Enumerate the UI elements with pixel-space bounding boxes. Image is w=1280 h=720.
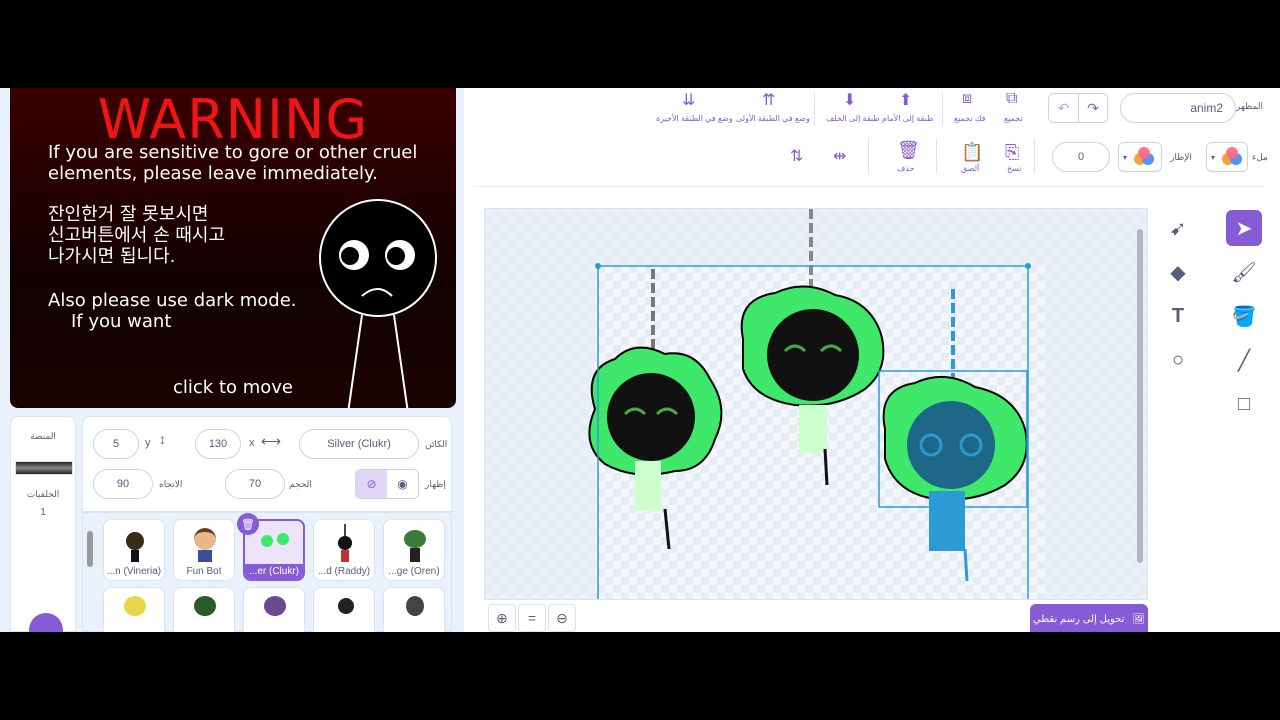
backward-icon[interactable]: ⬇ — [843, 90, 856, 110]
visibility-toggle: ⊘ ◉ — [355, 469, 419, 499]
y-input[interactable]: 5 — [93, 429, 139, 459]
group-label: تجميع — [1004, 114, 1023, 123]
sprite-list: ...n (Vineria) Fun Bot 🗑 ...er (Clukr) .… — [82, 512, 452, 632]
select-tool-icon[interactable]: ➤ — [1226, 210, 1262, 246]
backdrops-count: 1 — [40, 507, 46, 518]
undo-redo-group: ↶ ↷ — [1048, 93, 1108, 123]
click-to-move-text[interactable]: click to move — [173, 377, 293, 398]
eraser-tool-icon[interactable]: ◆ — [1160, 254, 1196, 290]
sprite-info-panel: الكائن Silver (Clukr) x ⟷ 130 y ↕ 5 إظها… — [82, 416, 452, 512]
fill-color-picker[interactable]: ▾ — [1206, 142, 1248, 172]
convert-to-bitmap-label: تحويل إلى رسم نقطي — [1032, 613, 1125, 625]
sprite-tile[interactable]: ...n (Vineria) — [103, 519, 165, 581]
show-label: إظهار — [425, 479, 446, 489]
direction-label: الاتجاه — [159, 479, 183, 489]
brush-tool-icon[interactable]: 🖌 — [1226, 254, 1262, 290]
fill-tool-icon[interactable]: 🪣 — [1226, 298, 1262, 334]
costume-label: المظهر — [1236, 101, 1263, 111]
show-eye-icon[interactable]: ◉ — [387, 470, 418, 498]
text-tool-icon[interactable]: T — [1160, 298, 1196, 334]
sprite-tile[interactable] — [103, 587, 165, 632]
sprite-tile[interactable]: ...ge (Oren) — [383, 519, 445, 581]
forward-label: طبقة إلى الأمام — [882, 114, 934, 123]
y-label: y — [145, 437, 151, 449]
zoom-reset-button[interactable]: = — [518, 604, 546, 632]
hide-eye-icon[interactable]: ⊘ — [356, 470, 387, 498]
sprite-tile[interactable]: Fun Bot — [173, 519, 235, 581]
stick-figure — [319, 199, 437, 408]
sprite-tile[interactable] — [313, 587, 375, 632]
sprite-list-scrollbar[interactable] — [85, 517, 93, 629]
warning-text: If you are sensitive to gore or other cr… — [48, 142, 418, 184]
flip-vertical-icon[interactable]: ⇅ — [790, 146, 803, 166]
circle-tool-icon[interactable]: ○ — [1160, 342, 1196, 378]
sprite-name-input[interactable]: Silver (Clukr) — [299, 429, 419, 459]
costume-name-input[interactable]: anim2 — [1120, 93, 1236, 123]
direction-input[interactable]: 90 — [93, 469, 153, 499]
size-input[interactable]: 70 — [225, 469, 285, 499]
back-icon[interactable]: ⇊ — [682, 90, 695, 110]
paste-label: ألصق — [961, 164, 980, 173]
forward-icon[interactable]: ⬆ — [899, 90, 912, 110]
copy-label: نسخ — [1007, 164, 1022, 173]
ungroup-icon[interactable]: ⧈ — [962, 90, 972, 108]
sprite-tile-name: Fun Bot — [186, 566, 222, 577]
delete-sprite-icon[interactable]: 🗑 — [237, 513, 259, 535]
size-label: الحجم — [289, 479, 312, 489]
outline-label: الإطار — [1170, 152, 1192, 162]
fill-color-icon — [1222, 147, 1242, 165]
sprite-label: الكائن — [425, 439, 448, 449]
scratch-editor: WARNING If you are sensitive to gore or … — [0, 88, 1280, 632]
image-icon: 🖼 — [1132, 613, 1146, 625]
outline-color-icon — [1134, 147, 1154, 165]
korean-text: 잔인한거 잘 못보시면 신고버튼에서 손 때시고 나가시면 됩니다. — [48, 204, 226, 267]
redo-icon[interactable]: ↷ — [1077, 94, 1107, 122]
sprite-tile[interactable] — [383, 587, 445, 632]
sprite-tile-name: ...n (Vineria) — [106, 566, 162, 577]
fill-label: ملء — [1252, 152, 1268, 162]
line-tool-icon[interactable]: ╱ — [1226, 342, 1262, 378]
delete-label: حذف — [897, 164, 915, 173]
sprite-tile-name: ...d (Raddy) — [317, 566, 371, 577]
ungroup-label: فك تجميع — [954, 114, 986, 123]
paint-canvas[interactable] — [484, 208, 1148, 600]
sprite-tile[interactable] — [243, 587, 305, 632]
x-input[interactable]: 130 — [195, 429, 241, 459]
undo-icon[interactable]: ↶ — [1049, 94, 1078, 122]
choose-backdrop-button[interactable] — [29, 613, 63, 632]
dark-mode-text: Also please use dark mode. If you want — [48, 290, 297, 332]
costume-editor: المظهر anim2 ↶ ↷ ⧉ تجميع ⧈ فك تجميع ⬆ طب… — [464, 88, 1280, 632]
horizontal-arrows-icon: ⟷ — [261, 433, 282, 449]
backdrops-label: الخلفيات — [26, 489, 60, 499]
front-icon[interactable]: ⇈ — [762, 90, 775, 110]
stage[interactable]: WARNING If you are sensitive to gore or … — [10, 88, 456, 408]
x-label: x — [249, 437, 255, 449]
zoom-out-icon[interactable]: ⊖ — [548, 604, 576, 632]
delete-icon[interactable]: 🗑 — [897, 140, 920, 161]
sprite-tile[interactable] — [173, 587, 235, 632]
convert-to-bitmap-button[interactable]: تحويل إلى رسم نقطي 🖼 — [1030, 604, 1148, 632]
reshape-tool-icon[interactable]: ➹ — [1160, 210, 1196, 246]
back-label: وضع في الطبقة الأخيرة — [656, 114, 733, 123]
backward-label: طبقة إلى الخلف — [826, 114, 880, 123]
stage-thumbnail[interactable] — [15, 461, 73, 475]
group-icon[interactable]: ⧉ — [1006, 90, 1017, 108]
sprite-tile-name: ...er (Clukr) — [245, 564, 303, 579]
paste-icon[interactable]: 📋 — [961, 142, 983, 163]
stage-selector[interactable]: المنصة الخلفيات 1 — [10, 416, 76, 632]
sprite-tile-selected[interactable]: 🗑 ...er (Clukr) — [237, 513, 305, 581]
outline-size-input[interactable]: 0 — [1052, 142, 1110, 172]
outline-color-picker[interactable]: ▾ — [1118, 142, 1162, 172]
vertical-arrows-icon: ↕ — [159, 431, 166, 447]
zoom-in-icon[interactable]: ⊕ — [488, 604, 516, 632]
costume-drawing — [485, 209, 1147, 599]
stage-selector-title: المنصة — [30, 431, 56, 441]
flip-horizontal-icon[interactable]: ⇹ — [833, 146, 846, 166]
copy-icon[interactable]: ⎘ — [1005, 142, 1019, 163]
rectangle-tool-icon[interactable]: □ — [1226, 386, 1262, 422]
sprite-tile-name: ...ge (Oren) — [388, 566, 440, 577]
front-label: وضع في الطبقة الأولى — [736, 114, 810, 123]
sprite-tile[interactable]: ...d (Raddy) — [313, 519, 375, 581]
